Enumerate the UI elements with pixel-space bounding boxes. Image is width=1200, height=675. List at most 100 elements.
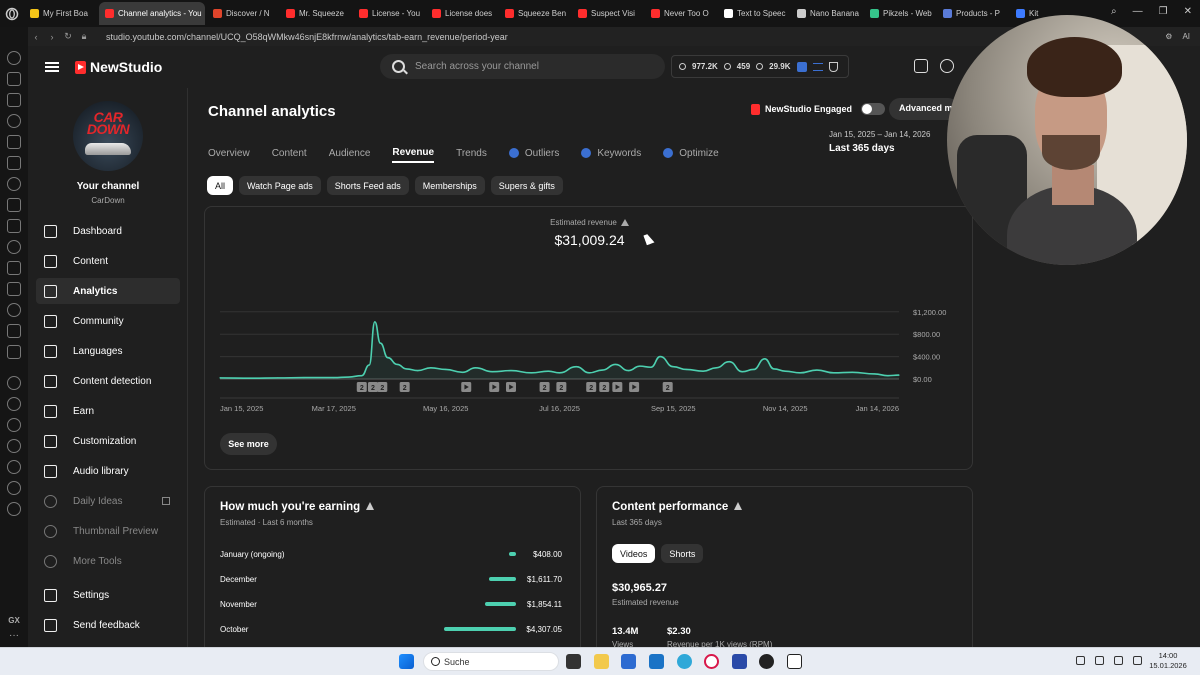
opera-icon[interactable]: [704, 654, 719, 669]
sidebar-item-languages[interactable]: Languages: [36, 338, 180, 364]
sidebar-item-daily-ideas[interactable]: Daily Ideas: [36, 488, 180, 514]
extensions-icon[interactable]: ⚙: [1165, 32, 1172, 41]
tab-outliers[interactable]: Outliers: [508, 143, 559, 163]
edge-icon[interactable]: [677, 654, 692, 669]
moon-icon[interactable]: [7, 281, 21, 296]
controller-icon[interactable]: [7, 397, 21, 411]
trophy-icon[interactable]: [828, 61, 838, 72]
sidebar-item-audio-library[interactable]: Audio library: [36, 458, 180, 484]
browser-tab[interactable]: Products - P: [937, 2, 1010, 25]
search-tabs-icon[interactable]: ⌕: [1111, 6, 1117, 17]
perf-tab-videos[interactable]: Videos: [612, 544, 656, 563]
list-icon[interactable]: [812, 62, 823, 71]
studio-logo[interactable]: NewStudio: [75, 59, 162, 75]
tab-overview[interactable]: Overview: [208, 143, 250, 163]
taskbar-search[interactable]: Suche: [423, 652, 559, 671]
crown-icon[interactable]: [7, 239, 21, 254]
store-icon[interactable]: [621, 654, 636, 669]
refresh-icon[interactable]: [7, 376, 21, 390]
sidebar-item-send-feedback[interactable]: Send feedback: [36, 612, 180, 638]
tray-chevron-icon[interactable]: [1076, 656, 1085, 665]
create-message-icon[interactable]: [914, 59, 928, 73]
chip-memberships[interactable]: Memberships: [414, 176, 485, 195]
history-icon[interactable]: [7, 176, 21, 191]
sidebar-item-community[interactable]: Community: [36, 308, 180, 334]
sparkle-icon[interactable]: [7, 481, 21, 495]
gamepad-icon[interactable]: [7, 197, 21, 212]
earning-row[interactable]: December $1,611.70: [220, 572, 562, 586]
tab-trends[interactable]: Trends: [456, 143, 487, 163]
browser-tab[interactable]: License - You: [353, 2, 426, 25]
url-field[interactable]: studio.youtube.com/channel/UCQ_O58qWMkw4…: [106, 32, 508, 42]
earning-row[interactable]: November $1,854.11: [220, 597, 562, 611]
home-icon[interactable]: [7, 50, 21, 65]
channel-avatar[interactable]: CAR DOWN: [73, 101, 143, 171]
microphone-icon[interactable]: [1095, 656, 1104, 665]
davinci-icon[interactable]: [759, 654, 774, 669]
clock-icon[interactable]: [7, 460, 21, 474]
opera-gx-icon[interactable]: [0, 0, 24, 27]
external-link-icon[interactable]: [162, 497, 170, 505]
taskbar-clock[interactable]: 14:00 15.01.2026: [1142, 651, 1194, 671]
tab-revenue[interactable]: Revenue: [392, 143, 435, 163]
chip-supers-gifts[interactable]: Supers & gifts: [490, 176, 563, 195]
extension-badge-icon[interactable]: [796, 61, 807, 72]
see-more-button[interactable]: See more: [220, 433, 277, 455]
browser-tab[interactable]: My First Boa: [24, 2, 97, 25]
bookmark-icon[interactable]: [7, 92, 21, 107]
channel-stats-badge[interactable]: 977.2K 459 29.9K: [671, 55, 849, 78]
player-icon[interactable]: [7, 71, 21, 86]
bag-icon[interactable]: [7, 155, 21, 170]
chip-shorts-feed-ads[interactable]: Shorts Feed ads: [326, 176, 409, 195]
maximize-icon[interactable]: ❐: [1159, 6, 1168, 17]
browser-tab[interactable]: Text to Speec: [718, 2, 791, 25]
notion-icon[interactable]: [787, 654, 802, 669]
earning-row[interactable]: October $4,307.05: [220, 622, 562, 636]
sidebar-item-thumbnail-preview[interactable]: Thumbnail Preview: [36, 518, 180, 544]
x-icon[interactable]: [7, 418, 21, 432]
sidebar-item-content[interactable]: Content: [36, 248, 180, 274]
sidebar-item-customization[interactable]: Customization: [36, 428, 180, 454]
browser-tab[interactable]: Nano Banana: [791, 2, 864, 25]
tab-audience[interactable]: Audience: [329, 143, 371, 163]
ai-button[interactable]: AI: [1182, 32, 1190, 41]
minimize-icon[interactable]: —: [1133, 6, 1143, 17]
windows-start-icon[interactable]: [399, 654, 414, 669]
wallet-icon[interactable]: [7, 323, 21, 338]
volume-icon[interactable]: [1133, 656, 1142, 665]
chip-all[interactable]: All: [207, 176, 234, 195]
twitch-icon[interactable]: [7, 302, 21, 317]
tab-keywords[interactable]: Keywords: [581, 143, 641, 163]
help-icon[interactable]: [940, 59, 954, 73]
hamburger-menu-icon[interactable]: [45, 62, 59, 72]
browser-tab[interactable]: Never Too O: [645, 2, 718, 25]
sidebar-item-earn[interactable]: Earn: [36, 398, 180, 424]
browser-tab[interactable]: Mr. Squeeze: [280, 2, 353, 25]
pinboard-icon[interactable]: [7, 218, 21, 233]
chip-watch-page-ads[interactable]: Watch Page ads: [239, 176, 321, 195]
settings-icon[interactable]: [7, 502, 21, 516]
sidebar-item-settings[interactable]: Settings: [36, 582, 180, 608]
sidebar-item-dashboard[interactable]: Dashboard: [36, 218, 180, 244]
reload-icon[interactable]: ↻: [60, 31, 76, 42]
sidebar-item-more-tools[interactable]: More Tools: [36, 548, 180, 574]
browser-tab[interactable]: Pikzels - Web: [864, 2, 937, 25]
search-input[interactable]: Search across your channel: [380, 54, 665, 79]
outlook-icon[interactable]: [649, 654, 664, 669]
browser-tab[interactable]: Suspect Visi: [572, 2, 645, 25]
file-explorer-icon[interactable]: [594, 654, 609, 669]
close-icon[interactable]: ✕: [1184, 6, 1192, 17]
browser-tab[interactable]: Squeeze Ben: [499, 2, 572, 25]
engaged-toggle[interactable]: [861, 103, 886, 115]
date-period[interactable]: Last 365 days: [829, 143, 895, 154]
capcut-icon[interactable]: [732, 654, 747, 669]
browser-tab[interactable]: Channel analytics - You: [99, 2, 205, 25]
wifi-icon[interactable]: [1114, 656, 1123, 665]
series-line[interactable]: [219, 321, 900, 379]
music-icon[interactable]: [7, 260, 21, 275]
sidebar-item-analytics[interactable]: Analytics: [36, 278, 180, 304]
earning-row[interactable]: January (ongoing) $408.00: [220, 547, 562, 561]
browser-tab[interactable]: Discover / N: [207, 2, 280, 25]
forward-icon[interactable]: ›: [44, 32, 60, 42]
perf-tab-shorts[interactable]: Shorts: [661, 544, 704, 563]
